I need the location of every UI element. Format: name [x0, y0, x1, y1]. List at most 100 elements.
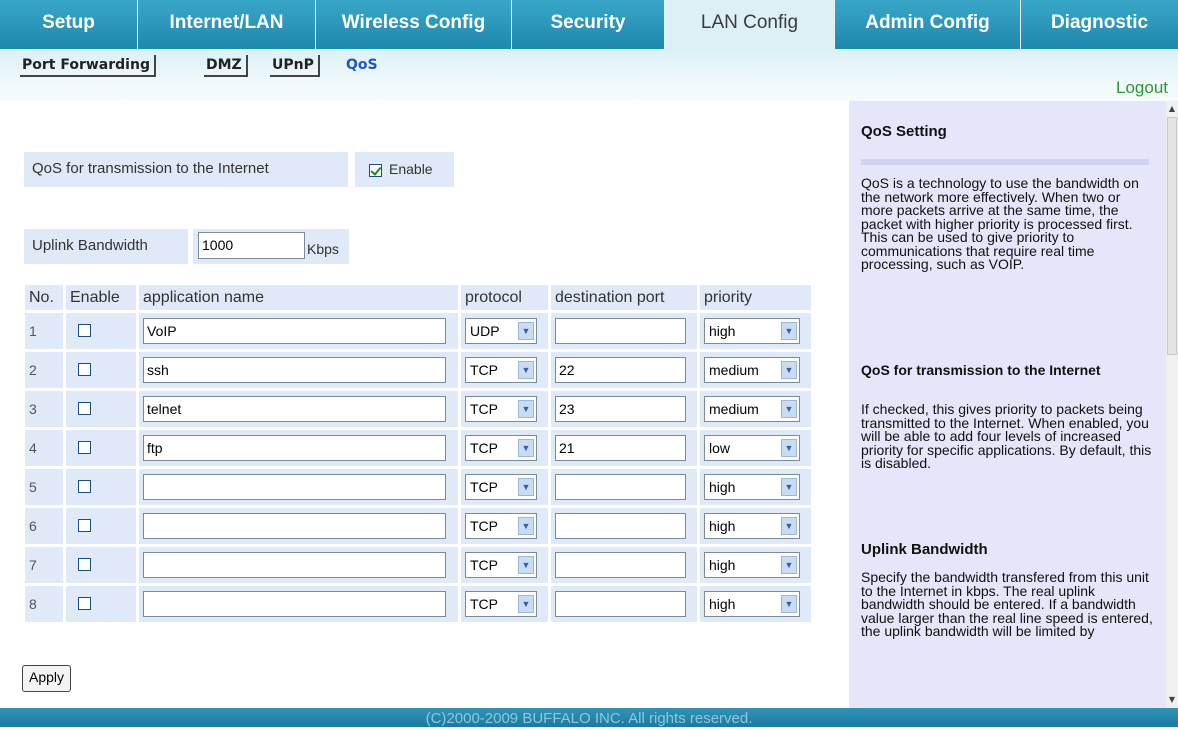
application-name-input[interactable]: ftp — [143, 435, 446, 461]
destination-port-input[interactable] — [555, 591, 686, 617]
row-app-cell: VoIP — [139, 313, 458, 349]
qos-internet-enable-checkbox[interactable] — [369, 164, 382, 177]
destination-port-input[interactable] — [555, 513, 686, 539]
destination-port-input[interactable]: 23 — [555, 396, 686, 422]
destination-port-input[interactable] — [555, 552, 686, 578]
uplink-bandwidth-input[interactable]: 1000 — [198, 232, 305, 259]
priority-select[interactable]: low ▼ — [704, 435, 800, 461]
priority-select[interactable]: medium ▼ — [704, 357, 800, 383]
help-section1-text: If checked, this gives priority to packe… — [861, 401, 1152, 471]
chevron-down-icon: ▼ — [518, 595, 534, 613]
tab-setup[interactable]: Setup — [0, 0, 138, 49]
row-priority-cell: medium ▼ — [700, 391, 811, 427]
logout-link[interactable]: Logout — [1116, 78, 1168, 98]
application-name-input[interactable] — [143, 513, 446, 539]
scroll-down-icon[interactable]: ▼ — [1167, 694, 1177, 706]
row-enable-checkbox[interactable] — [78, 363, 91, 376]
protocol-value: TCP — [470, 479, 498, 495]
protocol-value: TCP — [470, 401, 498, 417]
help-scrollbar[interactable]: ▲ ▼ — [1166, 101, 1178, 708]
chevron-down-icon: ▼ — [781, 361, 797, 379]
row-enable-checkbox[interactable] — [78, 558, 91, 571]
protocol-select[interactable]: TCP ▼ — [465, 396, 537, 422]
row-enable-checkbox[interactable] — [78, 519, 91, 532]
row-enable-cell — [66, 430, 136, 466]
tab-internet-lan[interactable]: Internet/LAN — [138, 0, 316, 49]
row-number: 6 — [25, 508, 63, 544]
application-name-input[interactable]: ssh — [143, 357, 446, 383]
application-name-input[interactable] — [143, 474, 446, 500]
chevron-down-icon: ▼ — [518, 361, 534, 379]
subnav-qos[interactable]: QoS — [344, 55, 382, 75]
protocol-value: UDP — [470, 323, 500, 339]
subnav-dmz[interactable]: DMZ — [204, 55, 248, 77]
priority-select[interactable]: high ▼ — [704, 591, 800, 617]
chevron-down-icon: ▼ — [781, 478, 797, 496]
protocol-select[interactable]: TCP ▼ — [465, 435, 537, 461]
help-divider — [861, 159, 1149, 165]
priority-select[interactable]: high ▼ — [704, 552, 800, 578]
priority-select[interactable]: high ▼ — [704, 513, 800, 539]
priority-value: high — [709, 479, 736, 495]
tab-security[interactable]: Security — [512, 0, 665, 49]
priority-value: high — [709, 557, 736, 573]
help-intro: QoS is a technology to use the bandwidth… — [861, 175, 1139, 272]
protocol-select[interactable]: TCP ▼ — [465, 357, 537, 383]
row-app-cell — [139, 469, 458, 505]
protocol-select[interactable]: TCP ▼ — [465, 513, 537, 539]
priority-select[interactable]: high ▼ — [704, 318, 800, 344]
row-enable-cell — [66, 586, 136, 622]
protocol-select[interactable]: UDP ▼ — [465, 318, 537, 344]
priority-value: medium — [709, 401, 759, 417]
priority-select[interactable]: high ▼ — [704, 474, 800, 500]
tab-admin-config[interactable]: Admin Config — [835, 0, 1021, 49]
scroll-up-icon[interactable]: ▲ — [1167, 103, 1177, 115]
destination-port-input[interactable]: 21 — [555, 435, 686, 461]
protocol-select[interactable]: TCP ▼ — [465, 552, 537, 578]
chevron-down-icon: ▼ — [781, 556, 797, 574]
chevron-down-icon: ▼ — [781, 595, 797, 613]
row-enable-cell — [66, 352, 136, 388]
application-name-input[interactable]: telnet — [143, 396, 446, 422]
priority-value: high — [709, 323, 736, 339]
row-enable-checkbox[interactable] — [78, 324, 91, 337]
row-priority-cell: high ▼ — [700, 508, 811, 544]
destination-port-input[interactable] — [555, 318, 686, 344]
apply-button[interactable]: Apply — [22, 665, 72, 692]
help-section2-title: Uplink Bandwidth — [861, 541, 988, 558]
tab-diagnostic[interactable]: Diagnostic — [1021, 0, 1178, 49]
table-row: 7 TCP ▼ high ▼ — [25, 547, 811, 583]
row-app-cell — [139, 547, 458, 583]
priority-select[interactable]: medium ▼ — [704, 396, 800, 422]
row-enable-cell — [66, 547, 136, 583]
chevron-down-icon: ▼ — [518, 478, 534, 496]
protocol-value: TCP — [470, 362, 498, 378]
row-protocol-cell: TCP ▼ — [461, 547, 548, 583]
application-name-input[interactable]: VoIP — [143, 318, 446, 344]
row-number: 5 — [25, 469, 63, 505]
table-header-row: No. Enable application name protocol des… — [25, 285, 811, 310]
row-enable-checkbox[interactable] — [78, 402, 91, 415]
tab-lan-config[interactable]: LAN Config — [665, 0, 835, 49]
priority-value: high — [709, 518, 736, 534]
application-name-input[interactable] — [143, 552, 446, 578]
uplink-bandwidth-label: Uplink Bandwidth — [24, 229, 188, 264]
subnav-port-forwarding[interactable]: Port Forwarding — [20, 55, 156, 77]
tab-wireless-config[interactable]: Wireless Config — [316, 0, 512, 49]
uplink-bandwidth-unit: Kbps — [307, 241, 339, 257]
row-enable-checkbox[interactable] — [78, 597, 91, 610]
row-port-cell — [551, 508, 697, 544]
destination-port-input[interactable]: 22 — [555, 357, 686, 383]
row-enable-checkbox[interactable] — [78, 441, 91, 454]
subnav-upnp[interactable]: UPnP — [270, 55, 320, 77]
qos-internet-enable-cell: Enable — [355, 152, 454, 187]
destination-port-input[interactable] — [555, 474, 686, 500]
scroll-thumb[interactable] — [1167, 117, 1177, 355]
row-enable-checkbox[interactable] — [78, 480, 91, 493]
protocol-select[interactable]: TCP ▼ — [465, 591, 537, 617]
header-priority: priority — [700, 285, 811, 310]
row-number: 7 — [25, 547, 63, 583]
protocol-select[interactable]: TCP ▼ — [465, 474, 537, 500]
table-row: 5 TCP ▼ high ▼ — [25, 469, 811, 505]
application-name-input[interactable] — [143, 591, 446, 617]
